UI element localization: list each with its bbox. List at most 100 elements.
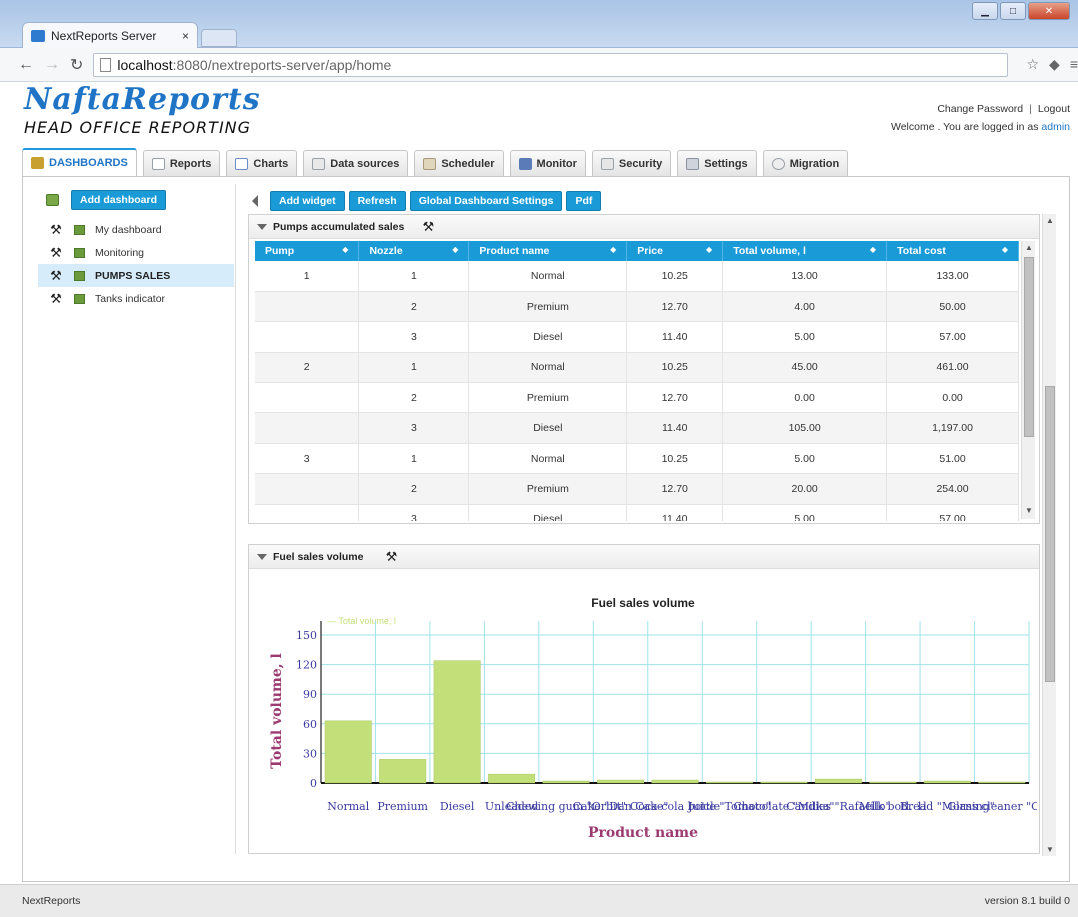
maximize-icon[interactable]: □	[1000, 2, 1026, 20]
dashboard-item-pumps-sales[interactable]: ⚒ PUMPS SALES	[38, 264, 234, 287]
tab-monitor[interactable]: Monitor	[509, 150, 586, 176]
scrollbar-thumb[interactable]	[1024, 257, 1034, 437]
y-tick-label: 60	[303, 718, 317, 731]
table-row: 2 Premium 12.70 4.00 50.00	[255, 291, 1019, 323]
reload-icon[interactable]: ↻	[70, 55, 83, 75]
bar	[923, 780, 971, 784]
column-header[interactable]: Nozzle ◆	[358, 241, 470, 261]
menu-icon[interactable]: ≡	[1070, 56, 1078, 73]
fuel-sales-widget: Fuel sales volume ⚒ Fuel sales volume — T…	[248, 544, 1040, 854]
dashboard-toolbar: Add widget Refresh Global Dashboard Sett…	[252, 191, 602, 211]
scroll-down-icon[interactable]: ▼	[1046, 845, 1054, 854]
bookmark-star-icon[interactable]: ☆	[1026, 56, 1039, 73]
chart-legend: — Total volume, l	[327, 616, 396, 626]
close-window-icon[interactable]: ✕	[1028, 2, 1070, 20]
dashboard-item-my-dashboard[interactable]: ⚒ My dashboard	[38, 218, 234, 241]
y-tick-label: 150	[296, 629, 317, 642]
refresh-button[interactable]: Refresh	[348, 191, 406, 211]
column-header[interactable]: Total volume, l ◆	[722, 241, 888, 261]
tab-data-sources[interactable]: Data sources	[303, 150, 409, 176]
sort-icon: ◆	[342, 245, 349, 254]
tab-label: Migration	[789, 157, 840, 170]
browser-tab[interactable]: NextReports Server ×	[22, 22, 198, 48]
tab-security[interactable]: Security	[591, 150, 672, 176]
widget-settings-icon[interactable]: ⚒	[383, 549, 399, 565]
logout-link[interactable]: Logout	[1038, 103, 1070, 115]
favicon-icon	[31, 29, 45, 42]
y-axis-label: Total volume, l	[269, 653, 285, 769]
monitor-icon	[518, 157, 532, 170]
column-header[interactable]: Price ◆	[626, 241, 724, 261]
collapse-icon[interactable]	[257, 553, 267, 560]
column-header[interactable]: Total cost ◆	[886, 241, 1019, 261]
tools-icon[interactable]: ⚒	[48, 268, 64, 284]
column-header[interactable]: Pump ◆	[255, 241, 360, 261]
add-dashboard-button[interactable]: Add dashboard	[71, 190, 167, 210]
tab-dashboards[interactable]: DASHBOARDS	[22, 148, 137, 176]
bar	[978, 781, 1026, 784]
collapse-icon[interactable]	[257, 223, 267, 230]
pdf-button[interactable]: Pdf	[566, 191, 602, 211]
widget-header: Pumps accumulated sales ⚒	[249, 215, 1039, 239]
x-tick-label: Glass cleaner "Clea	[947, 800, 1037, 813]
tab-label: Reports	[169, 157, 212, 170]
dashboard-item-label: Tanks indicator	[95, 292, 166, 305]
sort-icon: ◆	[869, 245, 877, 254]
tools-icon[interactable]: ⚒	[48, 245, 64, 261]
dashboard-add-icon	[46, 194, 59, 206]
address-bar[interactable]: localhost:8080/nextreports-server/app/ho…	[93, 52, 1009, 77]
x-tick-label: Premium	[377, 800, 428, 813]
tab-close-icon[interactable]: ×	[182, 29, 189, 43]
y-tick-label: 120	[296, 659, 317, 672]
tab-reports[interactable]: Reports	[142, 150, 221, 176]
table-row: 3 Diesel 11.40 5.00 57.00	[255, 504, 1019, 521]
widget-settings-icon[interactable]: ⚒	[420, 219, 436, 235]
sort-icon: ◆	[1001, 245, 1008, 254]
table-scrollbar[interactable]: ▲ ▼	[1021, 241, 1035, 519]
dashboard-item-monitoring[interactable]: ⚒ Monitoring	[38, 241, 234, 264]
minimize-icon[interactable]: ▁	[972, 2, 998, 20]
scroll-up-icon[interactable]: ▲	[1046, 216, 1054, 225]
dashboard-icon	[74, 293, 85, 304]
change-password-link[interactable]: Change Password	[937, 103, 1023, 115]
add-widget-button[interactable]: Add widget	[270, 191, 345, 211]
chart-icon	[235, 157, 249, 170]
tools-icon[interactable]: ⚒	[48, 291, 64, 307]
column-header[interactable]: Product name ◆	[468, 241, 628, 261]
new-tab-button[interactable]	[201, 29, 237, 47]
y-tick-label: 0	[310, 777, 317, 790]
sort-icon: ◆	[610, 245, 617, 254]
scrollbar-thumb[interactable]	[1045, 386, 1055, 682]
global-settings-button[interactable]: Global Dashboard Settings	[409, 191, 563, 211]
widget-title: Pumps accumulated sales	[273, 220, 405, 233]
sort-icon: ◆	[706, 245, 713, 254]
brand-logo-title: NaftaReports	[24, 82, 261, 117]
back-icon[interactable]: ←	[18, 56, 34, 74]
extension-icon[interactable]: ◆	[1049, 56, 1060, 73]
dashboard-item-label: My dashboard	[95, 223, 162, 236]
table-header-row: Pump ◆ Nozzle ◆ Product name ◆ Price ◆ Total…	[255, 241, 1019, 261]
tab-label: Settings	[704, 157, 748, 170]
dashboard-scrollbar[interactable]: ▲ ▼	[1042, 214, 1056, 856]
tab-label: DASHBOARDS	[49, 157, 128, 169]
tab-label: Security	[618, 157, 663, 170]
dashboard-icon	[74, 224, 85, 235]
collapse-sidebar-icon[interactable]	[252, 195, 258, 207]
scroll-down-icon[interactable]: ▼	[1025, 506, 1033, 515]
bar	[760, 781, 808, 784]
scroll-up-icon[interactable]: ▲	[1025, 243, 1033, 252]
report-icon	[151, 157, 165, 170]
fuel-sales-chart: Fuel sales volume — Total volume, l 0 30 60 9…	[269, 596, 1037, 841]
tab-label: Scheduler	[441, 157, 495, 170]
forward-icon[interactable]: →	[44, 56, 60, 74]
tools-icon[interactable]: ⚒	[48, 222, 64, 238]
widget-title: Fuel sales volume	[273, 550, 364, 563]
dashboard-item-tanks-indicator[interactable]: ⚒ Tanks indicator	[38, 287, 234, 310]
tab-scheduler[interactable]: Scheduler	[414, 150, 504, 176]
dashboard-icon	[31, 157, 44, 169]
table-row: 2 Premium 12.70 20.00 254.00	[255, 473, 1019, 505]
table-viewport: Pump ◆ Nozzle ◆ Product name ◆ Price ◆ Total…	[255, 241, 1019, 521]
tab-migration[interactable]: Migration	[762, 150, 849, 176]
tab-settings[interactable]: Settings	[677, 150, 757, 176]
tab-charts[interactable]: Charts	[226, 150, 298, 176]
